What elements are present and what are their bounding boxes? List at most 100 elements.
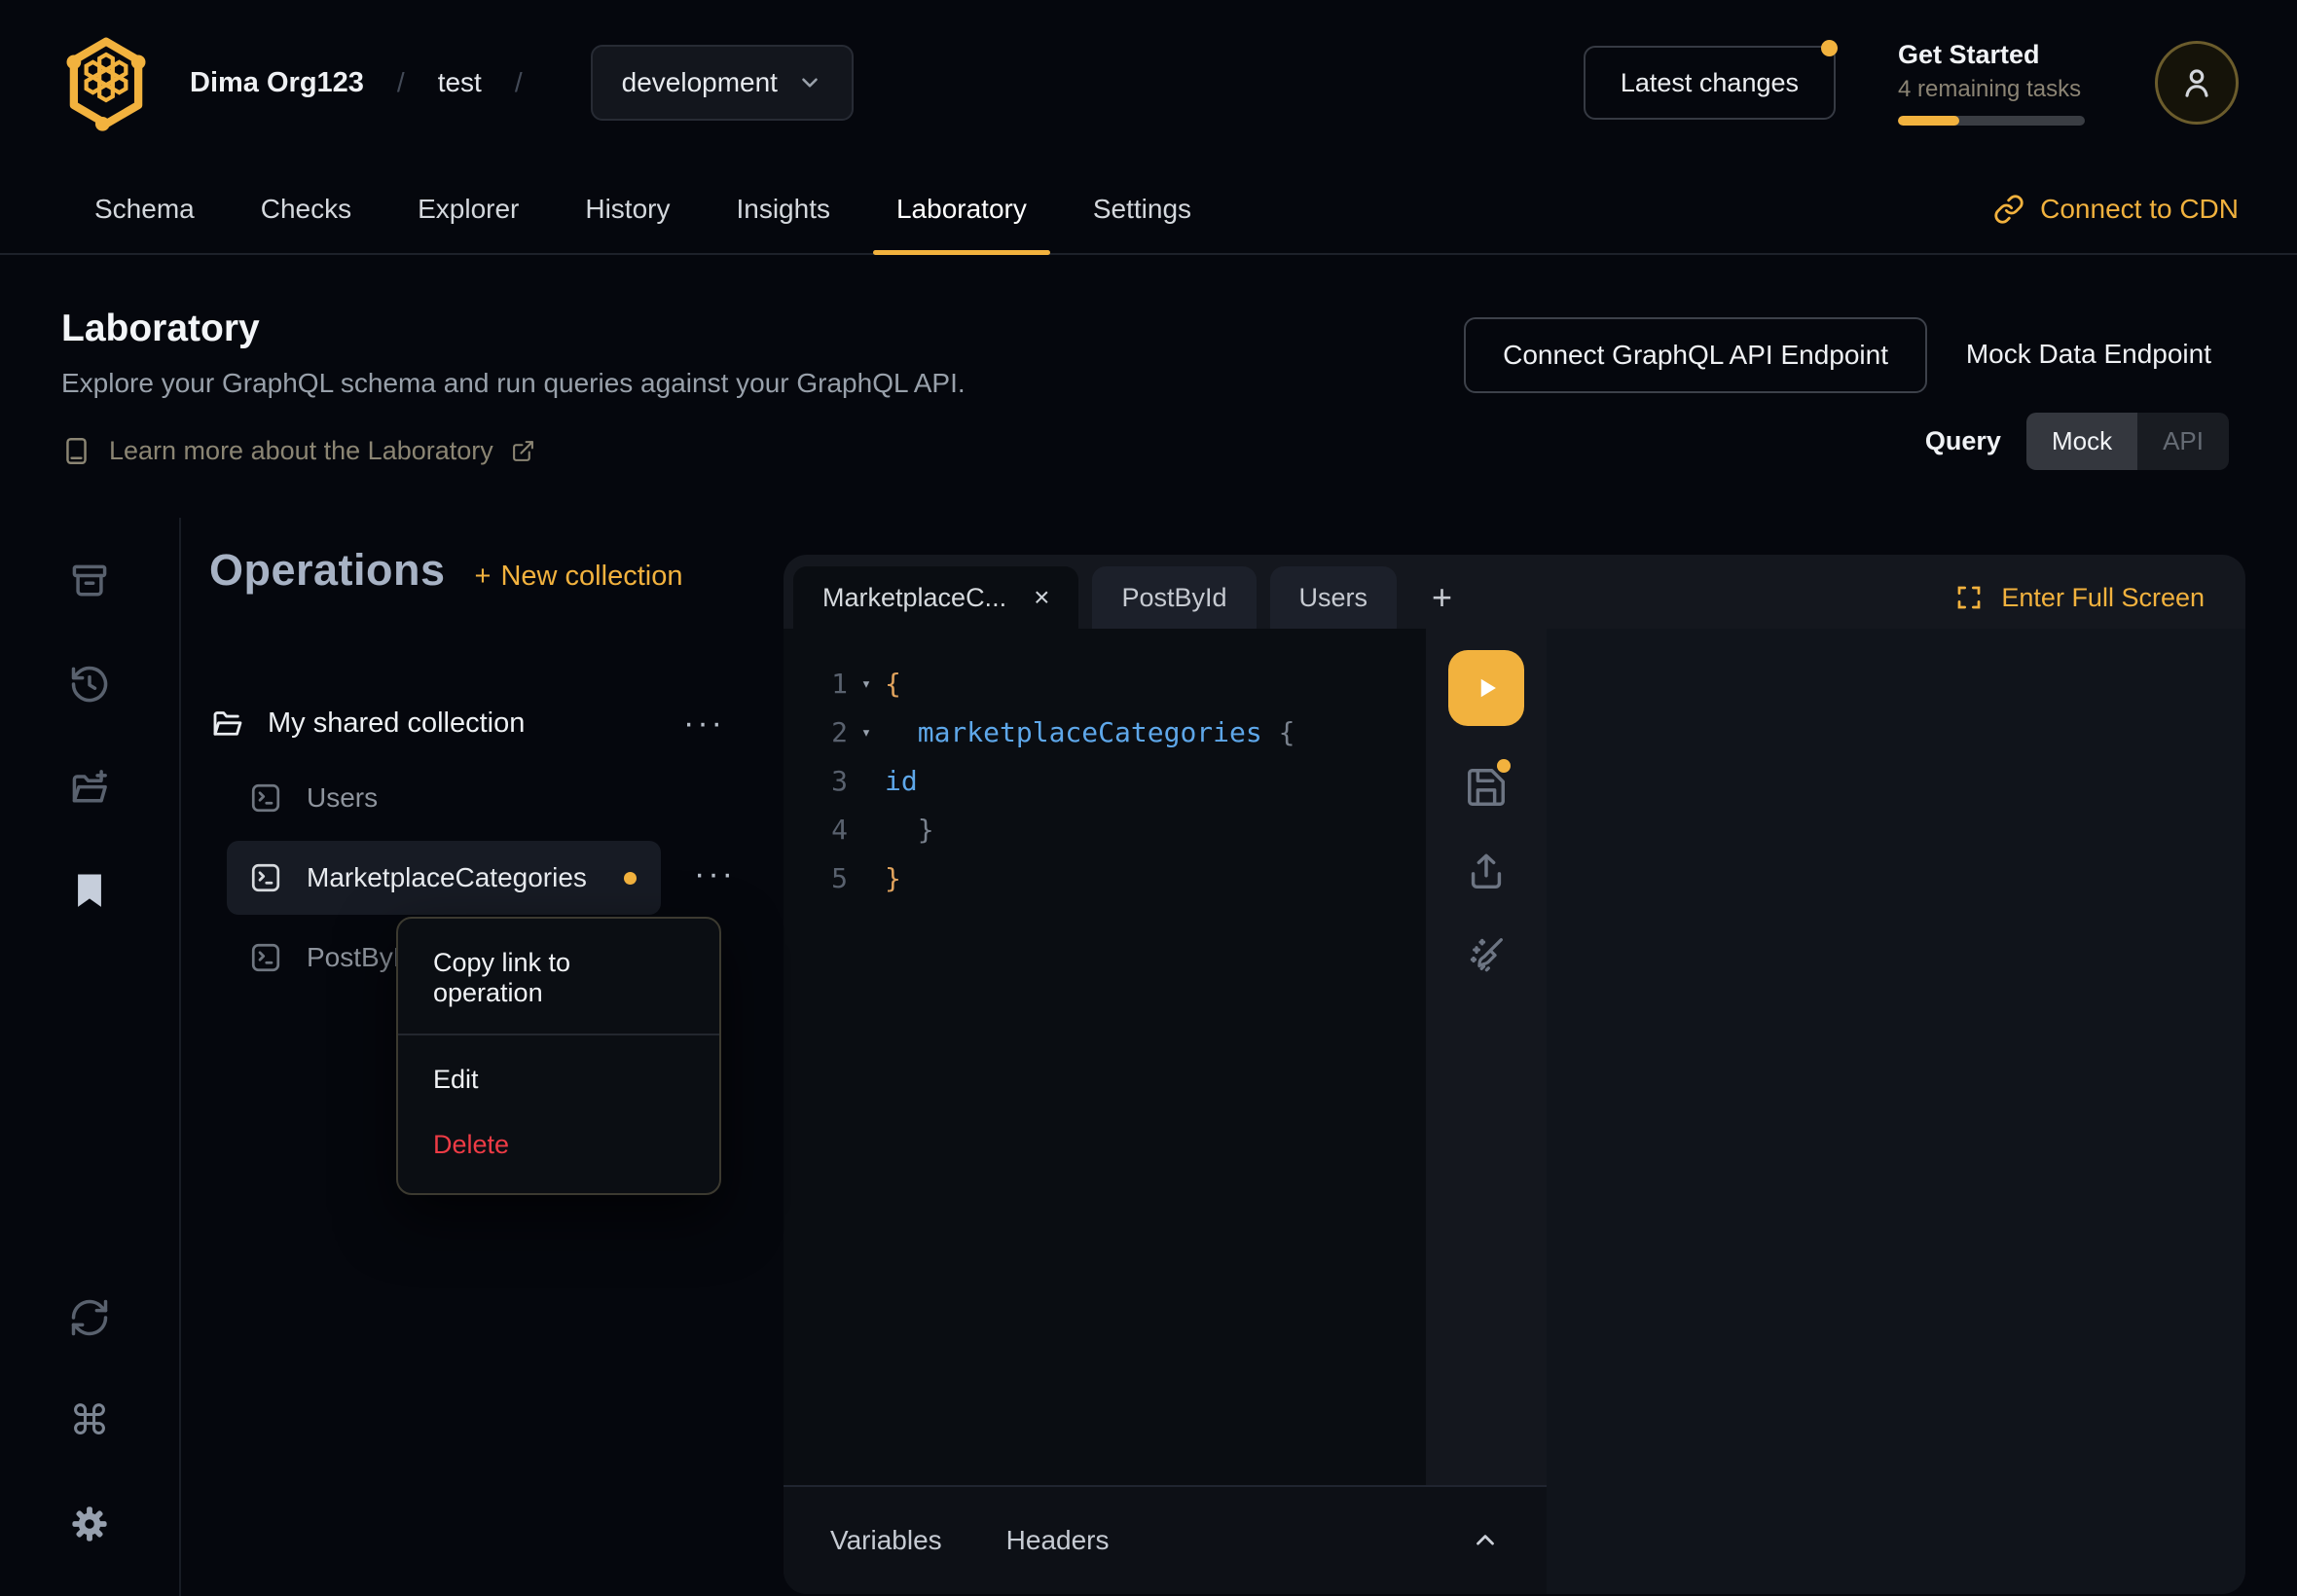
- page-header: Laboratory Explore your GraphQL schema a…: [0, 257, 2297, 518]
- page-subtitle: Explore your GraphQL schema and run quer…: [61, 368, 966, 399]
- share-operation-button[interactable]: [1464, 849, 1509, 893]
- connect-to-cdn-link[interactable]: Connect to CDN: [1993, 165, 2239, 253]
- new-collection-label: New collection: [500, 561, 682, 593]
- connect-graphql-endpoint-button[interactable]: Connect GraphQL API Endpoint: [1464, 317, 1927, 393]
- breadcrumb: Dima Org123 / test / development: [190, 45, 854, 121]
- operation-menu-button[interactable]: ···: [694, 864, 736, 884]
- code-line: 3 id: [784, 757, 1426, 806]
- share-icon: [1464, 849, 1509, 893]
- editor-tab-marketplace[interactable]: MarketplaceC... ×: [793, 566, 1078, 629]
- main-nav: Schema Checks Explorer History Insights …: [0, 165, 2297, 255]
- menu-item-delete[interactable]: Delete: [398, 1108, 719, 1193]
- mock-data-endpoint-button[interactable]: Mock Data Endpoint: [1966, 339, 2211, 370]
- latest-changes-label: Latest changes: [1621, 68, 1799, 98]
- top-bar: Dima Org123 / test / development Latest …: [0, 0, 2297, 165]
- close-icon[interactable]: ×: [1034, 582, 1049, 613]
- environment-select[interactable]: development: [591, 45, 854, 121]
- menu-item-edit[interactable]: Edit: [398, 1035, 719, 1108]
- tab-explorer[interactable]: Explorer: [384, 165, 552, 253]
- operation-icon: [248, 860, 283, 895]
- top-bar-right: Latest changes Get Started 4 remaining t…: [1584, 40, 2239, 126]
- page-title: Laboratory: [61, 308, 966, 350]
- get-started-progress-fill: [1898, 116, 1959, 126]
- new-collection-folder-icon[interactable]: [68, 766, 111, 809]
- user-avatar[interactable]: [2155, 41, 2239, 125]
- notification-dot: [1821, 40, 1838, 56]
- tab-schema[interactable]: Schema: [61, 165, 228, 253]
- keyboard-shortcuts-icon[interactable]: ⌘: [68, 1399, 111, 1442]
- unsaved-changes-dot: [1497, 759, 1511, 773]
- fold-icon[interactable]: ▾: [848, 708, 885, 757]
- operation-item-marketplace-categories[interactable]: MarketplaceCategories ···: [227, 841, 661, 915]
- plus-icon: +: [475, 561, 492, 593]
- get-started-progress: [1898, 116, 2085, 126]
- query-editor[interactable]: 1 ▾ { 2 ▾ marketplaceCategories { 3 id 4…: [784, 629, 1426, 1485]
- latest-changes-button[interactable]: Latest changes: [1584, 46, 1836, 120]
- code-line: 2 ▾ marketplaceCategories {: [784, 708, 1426, 757]
- play-icon: [1469, 671, 1504, 706]
- hive-logo-icon[interactable]: [61, 34, 151, 131]
- save-operation-button[interactable]: [1464, 765, 1509, 810]
- run-query-button[interactable]: [1448, 650, 1524, 726]
- tab-laboratory[interactable]: Laboratory: [863, 165, 1060, 253]
- bookmarks-icon[interactable]: [68, 869, 111, 912]
- new-tab-button[interactable]: +: [1414, 566, 1470, 629]
- chevron-up-icon[interactable]: [1471, 1526, 1500, 1555]
- operation-icon: [248, 940, 283, 975]
- menu-item-copy-link[interactable]: Copy link to operation: [398, 919, 719, 1034]
- collection-row[interactable]: My shared collection ···: [209, 691, 725, 755]
- breadcrumb-project[interactable]: test: [438, 67, 482, 98]
- operation-name: MarketplaceCategories: [307, 862, 587, 893]
- book-icon: [61, 436, 91, 466]
- query-mode-api[interactable]: API: [2137, 413, 2229, 470]
- fullscreen-icon: [1954, 583, 1984, 612]
- operation-item-users[interactable]: Users: [227, 761, 661, 835]
- fold-icon[interactable]: ▾: [848, 660, 885, 708]
- get-started-title: Get Started: [1898, 40, 2093, 70]
- operation-context-menu: Copy link to operation Edit Delete: [396, 917, 721, 1195]
- settings-gear-icon[interactable]: [68, 1503, 111, 1545]
- prettify-button[interactable]: [1464, 932, 1509, 977]
- user-icon: [2176, 62, 2217, 103]
- connect-to-cdn-label: Connect to CDN: [2040, 194, 2239, 225]
- query-mode-label: Query: [1925, 426, 2001, 456]
- tab-settings[interactable]: Settings: [1060, 165, 1224, 253]
- collections-icon[interactable]: [68, 560, 111, 602]
- editor-tab-users[interactable]: Users: [1270, 566, 1398, 629]
- code-line: 4 }: [784, 806, 1426, 854]
- link-icon: [1993, 194, 2024, 225]
- breadcrumb-org[interactable]: Dima Org123: [190, 67, 364, 99]
- operations-title: Operations: [209, 545, 446, 596]
- new-collection-button[interactable]: + New collection: [475, 561, 683, 593]
- learn-more-label: Learn more about the Laboratory: [109, 436, 493, 466]
- editor-bottom-bar: Variables Headers: [784, 1485, 1547, 1594]
- magic-broom-icon: [1464, 932, 1509, 977]
- collection-name: My shared collection: [268, 707, 525, 740]
- unsaved-changes-dot: [624, 872, 637, 885]
- operation-icon: [248, 780, 283, 816]
- editor-tab-post-by-id[interactable]: PostById: [1092, 566, 1256, 629]
- collection-menu-button[interactable]: ···: [683, 713, 725, 733]
- line-number: 1: [784, 660, 848, 708]
- enter-full-screen-label: Enter Full Screen: [2001, 583, 2205, 613]
- history-icon[interactable]: [68, 663, 111, 706]
- tab-history[interactable]: History: [552, 165, 703, 253]
- code-line: 1 ▾ {: [784, 660, 1426, 708]
- learn-more-link[interactable]: Learn more about the Laboratory: [61, 436, 966, 466]
- line-number: 3: [784, 757, 848, 806]
- editor-tab-label: Users: [1299, 583, 1368, 613]
- editor-tabstrip: MarketplaceC... × PostById Users + Enter…: [784, 555, 2245, 629]
- tab-checks[interactable]: Checks: [228, 165, 384, 253]
- line-number: 4: [784, 806, 848, 854]
- headers-tab[interactable]: Headers: [1006, 1525, 1110, 1556]
- enter-full-screen-button[interactable]: Enter Full Screen: [1954, 566, 2205, 629]
- external-link-icon: [511, 439, 535, 463]
- breadcrumb-separator: /: [515, 67, 523, 98]
- editor-tab-label: PostById: [1121, 583, 1226, 613]
- line-number: 5: [784, 854, 848, 903]
- tab-insights[interactable]: Insights: [703, 165, 863, 253]
- get-started-widget[interactable]: Get Started 4 remaining tasks: [1898, 40, 2093, 126]
- query-mode-mock[interactable]: Mock: [2026, 413, 2137, 470]
- sync-schema-icon[interactable]: [68, 1296, 111, 1339]
- variables-tab[interactable]: Variables: [830, 1525, 942, 1556]
